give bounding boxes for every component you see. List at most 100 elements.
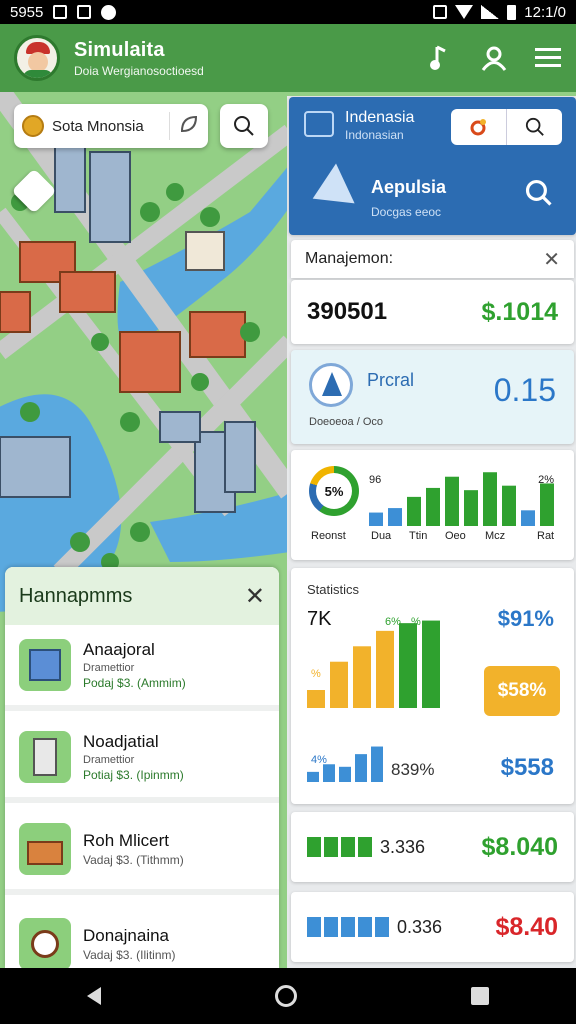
portal-subtitle: Doeoeoa / Oco: [309, 416, 383, 428]
search-icon: [234, 116, 254, 136]
finance-row-green[interactable]: 3.336 $8.040: [291, 812, 574, 882]
statistics-bar-3: [376, 630, 394, 708]
signal-icon: [481, 5, 500, 19]
budget-ring-label: 5%: [316, 473, 352, 509]
statistics-title: Statistics: [307, 582, 360, 597]
population-money: $.1014: [481, 297, 558, 326]
coin-icon: [22, 115, 44, 137]
system-nav-bar: [0, 968, 576, 1024]
budget-bar-0: [369, 512, 383, 526]
buildings-panel-header: Hannapmms ✕: [5, 567, 279, 625]
finance-row-money: $8.40: [495, 912, 558, 941]
statistics-bar-5: [422, 620, 440, 708]
close-icon[interactable]: ✕: [245, 582, 265, 611]
search-icon[interactable]: [525, 179, 553, 212]
region-app-subtitle: Docgas eeoc: [371, 205, 442, 219]
menu-icon[interactable]: [534, 44, 562, 72]
building-name: Noadjatial: [83, 732, 159, 751]
statistics-money-top: $91%: [497, 606, 554, 631]
vibrate-icon: [433, 5, 448, 19]
finance-segment: [358, 917, 372, 937]
app-title: Simulaita: [74, 38, 165, 61]
fire-icon[interactable]: [451, 109, 506, 145]
finance-segment: [358, 837, 372, 857]
status-bar: 5955 12:1/0: [0, 0, 576, 24]
statistics-pct: 839%: [391, 760, 435, 779]
building-name: Roh Mlicert: [83, 831, 169, 850]
building-meta: Vadaj $3. (Tithmm): [83, 853, 184, 867]
search-icon[interactable]: [506, 109, 562, 145]
home-icon[interactable]: [275, 985, 297, 1007]
budget-bar-9: [540, 483, 554, 526]
notification-icon-2: [77, 5, 92, 19]
finance-row-value: 3.336: [380, 836, 426, 857]
plane-icon: [303, 163, 355, 219]
finance-segment: [341, 917, 355, 937]
avatar[interactable]: [14, 35, 60, 81]
statistics-bar-4: [399, 623, 417, 708]
statistics-money-bottom: $558: [500, 754, 554, 781]
building-thumbnail: [19, 918, 71, 968]
map-search-bar[interactable]: Sota Mnonsia: [14, 104, 208, 148]
building-thumbnail: [19, 731, 71, 783]
map-search-input[interactable]: Sota Mnonsia: [52, 118, 144, 135]
close-icon[interactable]: ✕: [543, 247, 560, 272]
region-tools: [451, 109, 562, 145]
budget-bar-7: [502, 485, 516, 526]
building-item[interactable]: Anaajoral Dramettior Podaj $3. (Ammim): [5, 625, 279, 711]
region-card: Indenasia Indonasian Aepulsia Docgas eeo…: [289, 97, 576, 235]
finance-segment: [324, 917, 338, 937]
management-title: Manajemon:: [305, 250, 394, 267]
budget-label-4: Mcz: [485, 530, 506, 542]
building-item[interactable]: Noadjatial Dramettior Potiaj $3. (Ipinmm…: [5, 717, 279, 803]
budget-ring: 5%: [309, 466, 359, 516]
population-card[interactable]: 390501 $.1014: [291, 280, 574, 344]
building-item[interactable]: Donajnaina Vadaj $3. (Ilitinm): [5, 901, 279, 968]
statistics-bar-2: [353, 646, 371, 708]
budget-label-1: Dua: [371, 530, 392, 542]
statistics-small-bar-2: [339, 766, 351, 782]
region-name: Indenasia: [345, 109, 415, 126]
budget-label-2: Ttin: [409, 530, 428, 542]
building-meta: Podaj $3. (Ammim): [83, 676, 186, 690]
finance-segment: [375, 917, 389, 937]
finance-segment: [341, 837, 355, 857]
recent-apps-icon[interactable]: [471, 987, 489, 1005]
building-name: Anaajoral: [83, 640, 155, 659]
building-item[interactable]: Roh Mlicert Vadaj $3. (Tithmm): [5, 809, 279, 895]
statistics-badge[interactable]: $58%: [484, 666, 560, 716]
statistics-small-chart: [307, 746, 383, 782]
finance-segment: [324, 837, 338, 857]
leaf-icon[interactable]: [178, 113, 200, 139]
user-icon[interactable]: [480, 44, 508, 72]
finance-segments-blue: [307, 917, 389, 937]
portal-icon: [309, 363, 353, 407]
finance-row-blue[interactable]: 0.336 $8.40: [291, 892, 574, 962]
budget-label-5: Rat: [537, 530, 555, 542]
building-meta: Potiaj $3. (Ipinmm): [83, 768, 184, 782]
music-note-icon[interactable]: [426, 44, 454, 72]
budget-card[interactable]: 5% 96 2% Reonst Dua Ttin Oeo Mcz Rat: [291, 450, 574, 560]
statistics-small-bar-3: [355, 754, 367, 782]
wifi-icon: [455, 5, 474, 19]
building-meta: Vadaj $3. (Ilitinm): [83, 948, 176, 962]
building-subtitle: Dramettior: [83, 662, 135, 674]
region-subtitle: Indonasian: [345, 128, 404, 142]
portal-value: 0.15: [493, 372, 556, 408]
battery-icon: [507, 4, 517, 20]
management-header: Manajemon: ✕: [291, 240, 574, 278]
population-value: 390501: [307, 298, 388, 325]
app-header: Simulaita Doia Wergianosoctioesd: [0, 24, 576, 92]
region-icon: [304, 111, 334, 137]
finance-row-value: 0.336: [397, 916, 443, 937]
back-icon[interactable]: [87, 987, 101, 1005]
budget-bar-4: [445, 476, 459, 526]
map-search-button[interactable]: [220, 104, 268, 148]
app-subtitle: Doia Wergianosoctioesd: [74, 63, 204, 78]
statistics-small-bar-4: [371, 746, 383, 782]
budget-bar-6: [483, 472, 497, 526]
portal-card[interactable]: Prcral Doeoeoa / Oco 0.15: [291, 350, 574, 444]
statistics-card[interactable]: Statistics 7K $91% 6% % % % $58% 4% 839%…: [291, 568, 574, 804]
budget-bar-5: [464, 490, 478, 526]
budget-bar-2: [407, 496, 421, 526]
